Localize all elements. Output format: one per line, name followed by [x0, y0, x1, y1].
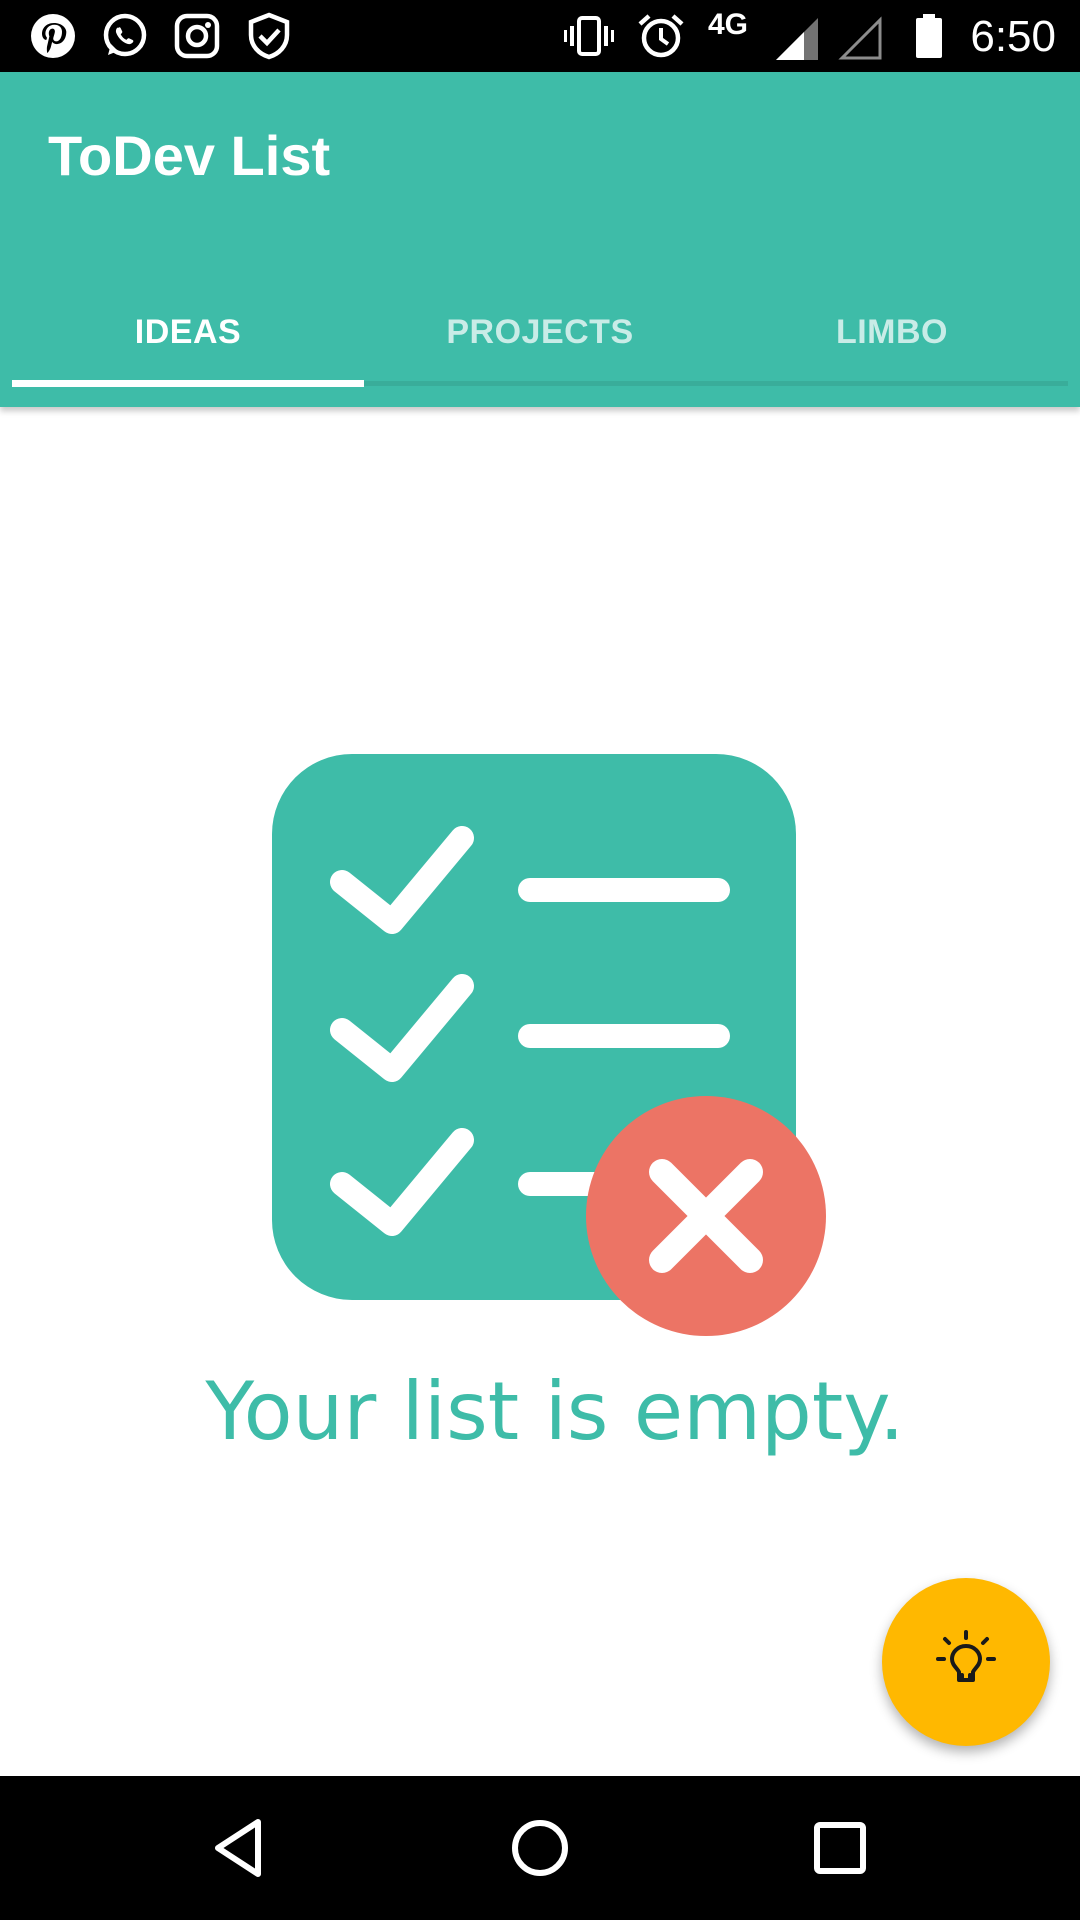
empty-list-message: Your list is empty. — [205, 1365, 905, 1458]
recents-icon[interactable] — [804, 1812, 876, 1884]
tab-indicator — [12, 380, 364, 387]
back-icon[interactable] — [204, 1812, 276, 1884]
battery-icon — [904, 11, 954, 61]
pinterest-icon — [28, 11, 78, 61]
tab-projects[interactable]: PROJECTS — [364, 282, 716, 382]
home-icon[interactable] — [504, 1812, 576, 1884]
shield-check-icon — [244, 11, 294, 61]
whatsapp-icon — [100, 11, 150, 61]
navigation-bar — [0, 1776, 1080, 1920]
vibrate-icon — [564, 11, 614, 61]
app-title: ToDev List — [48, 124, 331, 187]
status-time: 6:50 — [970, 12, 1056, 61]
add-idea-button[interactable] — [882, 1578, 1050, 1746]
app-bar: ToDev List IDEAS PROJECTS LIMBO — [0, 72, 1080, 407]
network-type-label: 4G — [708, 8, 749, 41]
tab-bar: IDEAS PROJECTS LIMBO — [12, 282, 1068, 382]
checklist-empty-icon — [270, 752, 830, 1342]
instagram-icon — [172, 11, 222, 61]
signal-empty-icon — [836, 14, 886, 64]
signal-icon — [772, 14, 822, 64]
tab-limbo[interactable]: LIMBO — [716, 282, 1068, 382]
lightbulb-icon — [936, 1630, 996, 1682]
alarm-icon — [636, 11, 686, 61]
tab-ideas[interactable]: IDEAS — [12, 282, 364, 382]
status-bar: 4G 6:50 — [0, 0, 1080, 72]
